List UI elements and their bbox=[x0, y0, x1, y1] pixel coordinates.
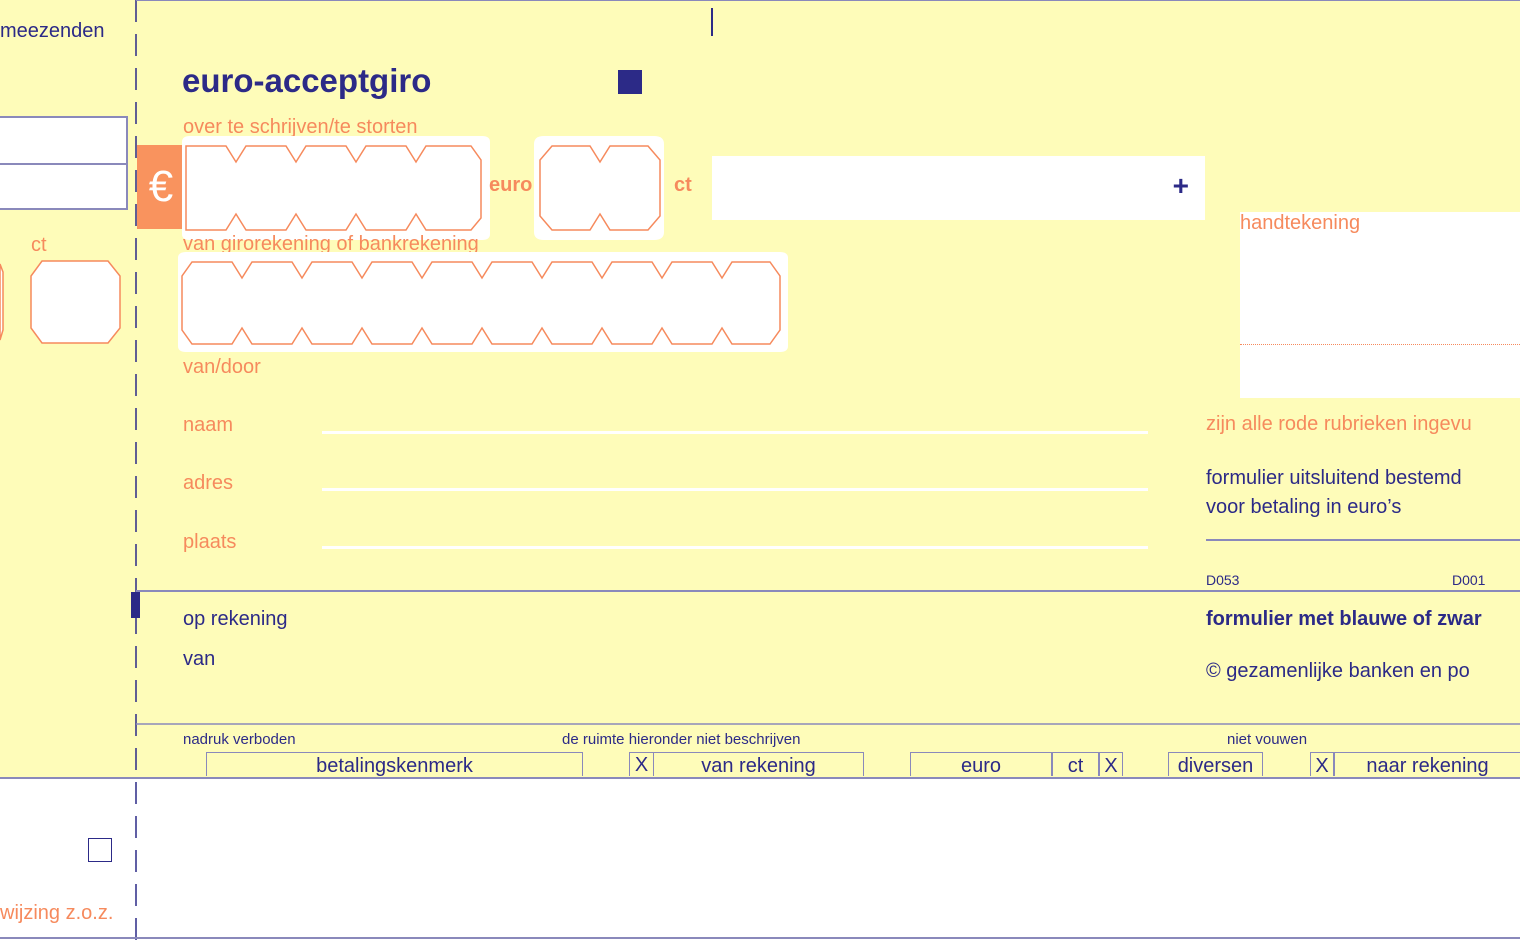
signature-label: handtekening bbox=[1240, 212, 1361, 234]
euro-only-line1: formulier uitsluitend bestemd bbox=[1206, 467, 1462, 489]
corner-marker bbox=[618, 70, 642, 94]
x-mark-1: X bbox=[629, 752, 654, 776]
euro-label: euro bbox=[489, 174, 533, 196]
euro-cell: euro bbox=[910, 752, 1052, 777]
form-code-left: D053 bbox=[1206, 572, 1240, 588]
red-fields-check: zijn alle rode rubrieken ingevu bbox=[1206, 413, 1472, 435]
misc-cell: diversen bbox=[1168, 752, 1263, 777]
ink-notice: formulier met blauwe of zwar bbox=[1206, 608, 1482, 630]
ct-amount-field[interactable] bbox=[530, 134, 670, 242]
form-title: euro-acceptgiro bbox=[182, 62, 432, 99]
stub-top-text: meezenden bbox=[0, 20, 105, 42]
x-mark-2: X bbox=[1099, 752, 1123, 777]
euro-only-line2: voor betaling in euro’s bbox=[1206, 496, 1402, 518]
bank-code-field[interactable]: + bbox=[712, 156, 1205, 220]
account-number-field[interactable] bbox=[172, 250, 792, 356]
stub-ct-label: ct bbox=[31, 234, 47, 256]
no-print-notice: nadruk verboden bbox=[183, 731, 296, 748]
euro-amount-field[interactable] bbox=[176, 134, 496, 242]
address-label: adres bbox=[183, 472, 234, 494]
ct-cell: ct bbox=[1052, 752, 1099, 777]
plus-sign: + bbox=[1172, 170, 1189, 201]
copyright-text: © gezamenlijke banken en po bbox=[1206, 660, 1470, 682]
stub-bottom-text: wijzing z.o.z. bbox=[0, 902, 114, 924]
signature-box[interactable] bbox=[1240, 212, 1520, 398]
from-label: van bbox=[183, 648, 216, 670]
stub-checkbox[interactable] bbox=[88, 838, 112, 862]
no-fold-notice: niet vouwen bbox=[1227, 731, 1308, 748]
address-input-line[interactable] bbox=[322, 488, 1148, 491]
from-account-cell: van rekening bbox=[629, 752, 864, 777]
city-label: plaats bbox=[183, 531, 237, 553]
name-label: naam bbox=[183, 414, 234, 436]
sender-label: van/door bbox=[183, 356, 261, 378]
on-account-label: op rekening bbox=[183, 608, 288, 630]
name-input-line[interactable] bbox=[322, 431, 1148, 434]
payment-reference-cell: betalingskenmerk bbox=[206, 752, 583, 777]
x-mark-3: X bbox=[1310, 752, 1334, 777]
to-account-cell: naar rekening bbox=[1334, 752, 1520, 777]
stub-address-box[interactable] bbox=[0, 116, 128, 210]
form-code-right: D001 bbox=[1452, 572, 1486, 588]
ct-label: ct bbox=[674, 174, 692, 196]
city-input-line[interactable] bbox=[322, 546, 1148, 549]
stub-amount-boxes[interactable] bbox=[0, 258, 130, 348]
no-write-notice: de ruimte hieronder niet beschrijven bbox=[562, 731, 801, 748]
